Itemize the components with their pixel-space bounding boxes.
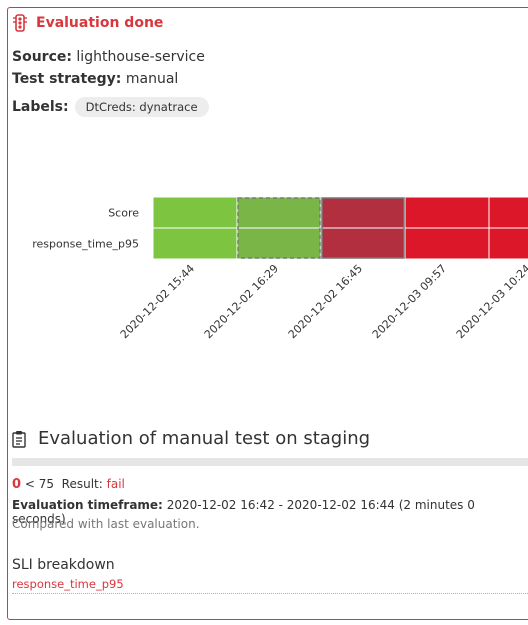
heatmap-cell[interactable] [404,196,490,229]
strategy-value: manual [125,71,179,87]
heatmap-column-label: 2020-12-02 15:44 [118,262,197,341]
source-label: Source: [12,49,72,65]
heatmap-cell[interactable] [320,196,406,229]
heatmap-column-label: 2020-12-02 16:45 [286,262,365,341]
clipboard-icon [12,430,26,448]
heatmap-cell[interactable] [152,196,238,229]
evaluation-title: Evaluation done [36,15,164,31]
heatmap-cell[interactable] [404,227,490,260]
heatmap-row-label: Score [108,207,139,220]
strategy-line: Test strategy: manual [12,71,178,87]
heatmap-cell[interactable] [488,227,528,260]
heatmap-column-label: 2020-12-03 10:24 [454,262,528,341]
sli-breakdown-title: SLI breakdown [12,557,115,573]
heatmap-cell[interactable] [320,227,406,260]
heatmap-cell[interactable] [488,196,528,229]
heatmap-row-label: response_time_p95 [32,238,139,251]
heatmap-chart: Scoreresponse_time_p95 2020-12-02 15:44 2… [32,196,528,341]
labels-row: Labels: DtCreds: dynatrace [12,97,209,117]
sli-item[interactable]: response_time_p95 [12,577,528,594]
heatmap-column-label: 2020-12-02 16:29 [202,262,281,341]
evaluation-header: Evaluation done [12,14,163,32]
heatmap-cell[interactable] [236,196,322,229]
sli-item-label: response_time_p95 [12,577,124,591]
heatmap-column-label: 2020-12-03 09:57 [370,262,449,341]
source-value: lighthouse-service [76,49,205,65]
label-chip[interactable]: DtCreds: dynatrace [74,97,209,117]
compared-text: Compared with last evaluation. [12,517,200,531]
source-line: Source: lighthouse-service [12,49,205,65]
score-line: 0 < 75 Result: fail [12,477,125,492]
traffic-light-icon [13,14,27,32]
result-value: fail [106,477,125,491]
score-value: 0 [12,477,22,492]
heatmap-cell[interactable] [152,227,238,260]
result-label: Result: [61,477,103,491]
evaluation-heading: Evaluation of manual test on staging [38,428,371,449]
score-threshold: < 75 [24,477,55,491]
heatmap-cell[interactable] [236,227,322,260]
strategy-label: Test strategy: [12,71,122,87]
timeframe-label: Evaluation timeframe: [12,498,163,512]
score-progress-bar [12,458,528,466]
labels-label: Labels: [12,99,69,115]
evaluation-section-title: Evaluation of manual test on staging [12,428,370,449]
